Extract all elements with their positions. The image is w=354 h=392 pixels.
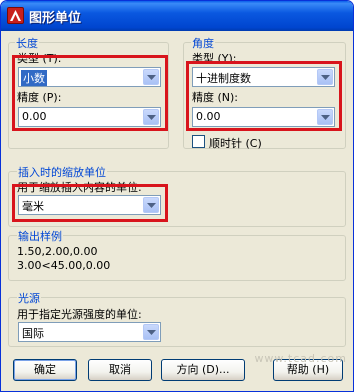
angle-type-label: 类型 (Y): [192,52,237,65]
insert-scale-label: 用于缩放插入内容的单位: [17,181,142,194]
length-precision-select[interactable]: 0.00 [18,107,161,127]
length-type-select[interactable]: 小数 [18,67,161,87]
sample-output-line-2: 3.00<45.00,0.00 [17,259,111,272]
chevron-down-icon[interactable] [143,69,159,85]
insert-scale-select[interactable]: 毫米 [18,195,161,215]
sample-output-group-title: 输出样例 [17,228,63,244]
length-type-value: 小数 [21,70,47,86]
lighting-label: 用于指定光源强度的单位: [17,308,142,321]
angle-precision-label: 精度 (N): [192,91,239,104]
direction-button[interactable]: 方向 (D)... [161,359,245,381]
chevron-down-icon[interactable] [143,324,159,340]
lighting-units-select[interactable]: 国际 [18,322,161,342]
length-precision-label: 精度 (P): [17,91,62,104]
chevron-down-icon[interactable] [143,197,159,213]
units-dialog: 图形单位 长度 类型 (T): 小数 精度 (P): 0.00 角度 类型 (Y… [0,0,354,392]
insert-scale-value: 毫米 [22,200,44,213]
length-type-label: 类型 (T): [17,52,62,65]
lighting-units-value: 国际 [22,327,44,340]
insert-scale-group-title: 插入时的缩放单位 [17,164,107,180]
angle-precision-value: 0.00 [196,110,221,123]
cancel-button[interactable]: 取消 [88,359,152,381]
dialog-title: 图形单位 [29,11,82,26]
angle-type-value: 十进制度数 [196,72,251,85]
autocad-app-icon [7,7,24,24]
lighting-group-title: 光源 [17,290,41,306]
watermark: www.tcad.com [254,352,347,365]
angle-group-title: 角度 [191,35,215,51]
chevron-down-icon[interactable] [317,69,333,85]
clockwise-checkbox[interactable] [192,135,205,148]
ok-button[interactable]: 确定 [13,359,77,381]
length-group-title: 长度 [15,35,39,51]
angle-precision-select[interactable]: 0.00 [192,107,335,127]
clockwise-label[interactable]: 顺时针 (C) [209,135,262,151]
chevron-down-icon[interactable] [317,109,333,125]
angle-type-select[interactable]: 十进制度数 [192,67,335,87]
sample-output-line-1: 1.50,2.00,0.00 [17,245,98,258]
chevron-down-icon[interactable] [143,109,159,125]
length-precision-value: 0.00 [22,110,47,123]
title-bar[interactable]: 图形单位 [1,1,353,31]
